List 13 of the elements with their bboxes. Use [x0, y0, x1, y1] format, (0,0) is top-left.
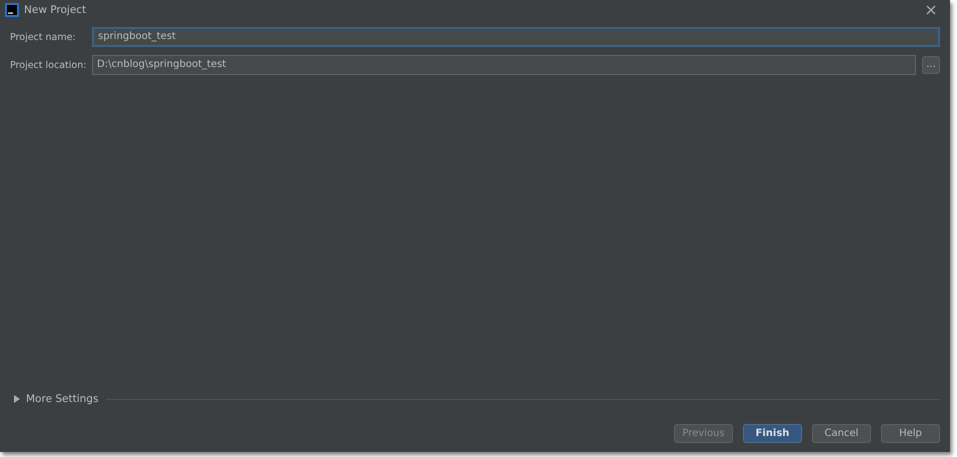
- dialog-button[interactable]: Help: [881, 424, 940, 443]
- field-label: Project name:: [10, 32, 77, 42]
- dialog-button[interactable]: Finish: [743, 424, 802, 443]
- input-field[interactable]: D:\cnblog\springboot_test: [92, 55, 916, 75]
- app-icon: [5, 3, 19, 17]
- input-field[interactable]: springboot_test: [92, 27, 940, 47]
- more-settings-toggle[interactable]: More Settings: [26, 393, 98, 405]
- dialog-button[interactable]: Cancel: [812, 424, 871, 443]
- expand-arrow-icon[interactable]: [14, 395, 20, 403]
- field-label: Project location:: [10, 60, 86, 70]
- close-icon[interactable]: [926, 5, 936, 15]
- window-title: New Project: [24, 4, 86, 16]
- browse-button[interactable]: ...: [922, 56, 940, 74]
